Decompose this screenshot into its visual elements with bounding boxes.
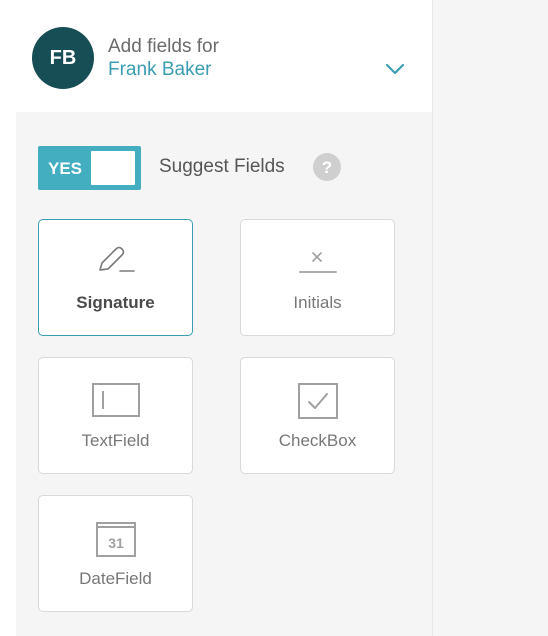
- toggle-label: YES: [48, 159, 83, 178]
- signature-pen-icon: [98, 246, 135, 272]
- field-label: Signature: [76, 293, 155, 312]
- field-label: CheckBox: [278, 431, 357, 450]
- field-label: DateField: [79, 569, 152, 588]
- avatar-initials: FB: [49, 46, 77, 69]
- toggle-knob: [91, 151, 135, 185]
- help-icon[interactable]: ?: [313, 153, 341, 181]
- suggest-fields-label: Suggest Fields: [159, 156, 285, 177]
- field-label: Initials: [293, 293, 342, 312]
- calendar-icon-text: 31: [108, 535, 124, 551]
- chevron-down-icon[interactable]: [385, 62, 405, 76]
- field-tile-datefield[interactable]: 31 DateField: [38, 495, 193, 612]
- suggest-fields-toggle[interactable]: YES: [38, 146, 141, 190]
- field-label: TextField: [81, 431, 150, 450]
- text-field-icon: [91, 383, 140, 417]
- add-fields-label: Add fields for: [108, 36, 219, 57]
- recipient-header[interactable]: FB Add fields for Frank Baker: [0, 0, 432, 112]
- field-tile-signature[interactable]: Signature: [38, 219, 193, 336]
- field-tile-textfield[interactable]: TextField: [38, 357, 193, 474]
- field-tile-checkbox[interactable]: CheckBox: [240, 357, 395, 474]
- calendar-icon: 31: [95, 522, 136, 557]
- recipient-name[interactable]: Frank Baker: [108, 59, 211, 81]
- initials-icon: [298, 252, 337, 273]
- avatar: FB: [32, 27, 94, 89]
- checkbox-icon: [297, 383, 338, 419]
- document-area: [432, 0, 548, 636]
- field-tile-initials[interactable]: Initials: [240, 219, 395, 336]
